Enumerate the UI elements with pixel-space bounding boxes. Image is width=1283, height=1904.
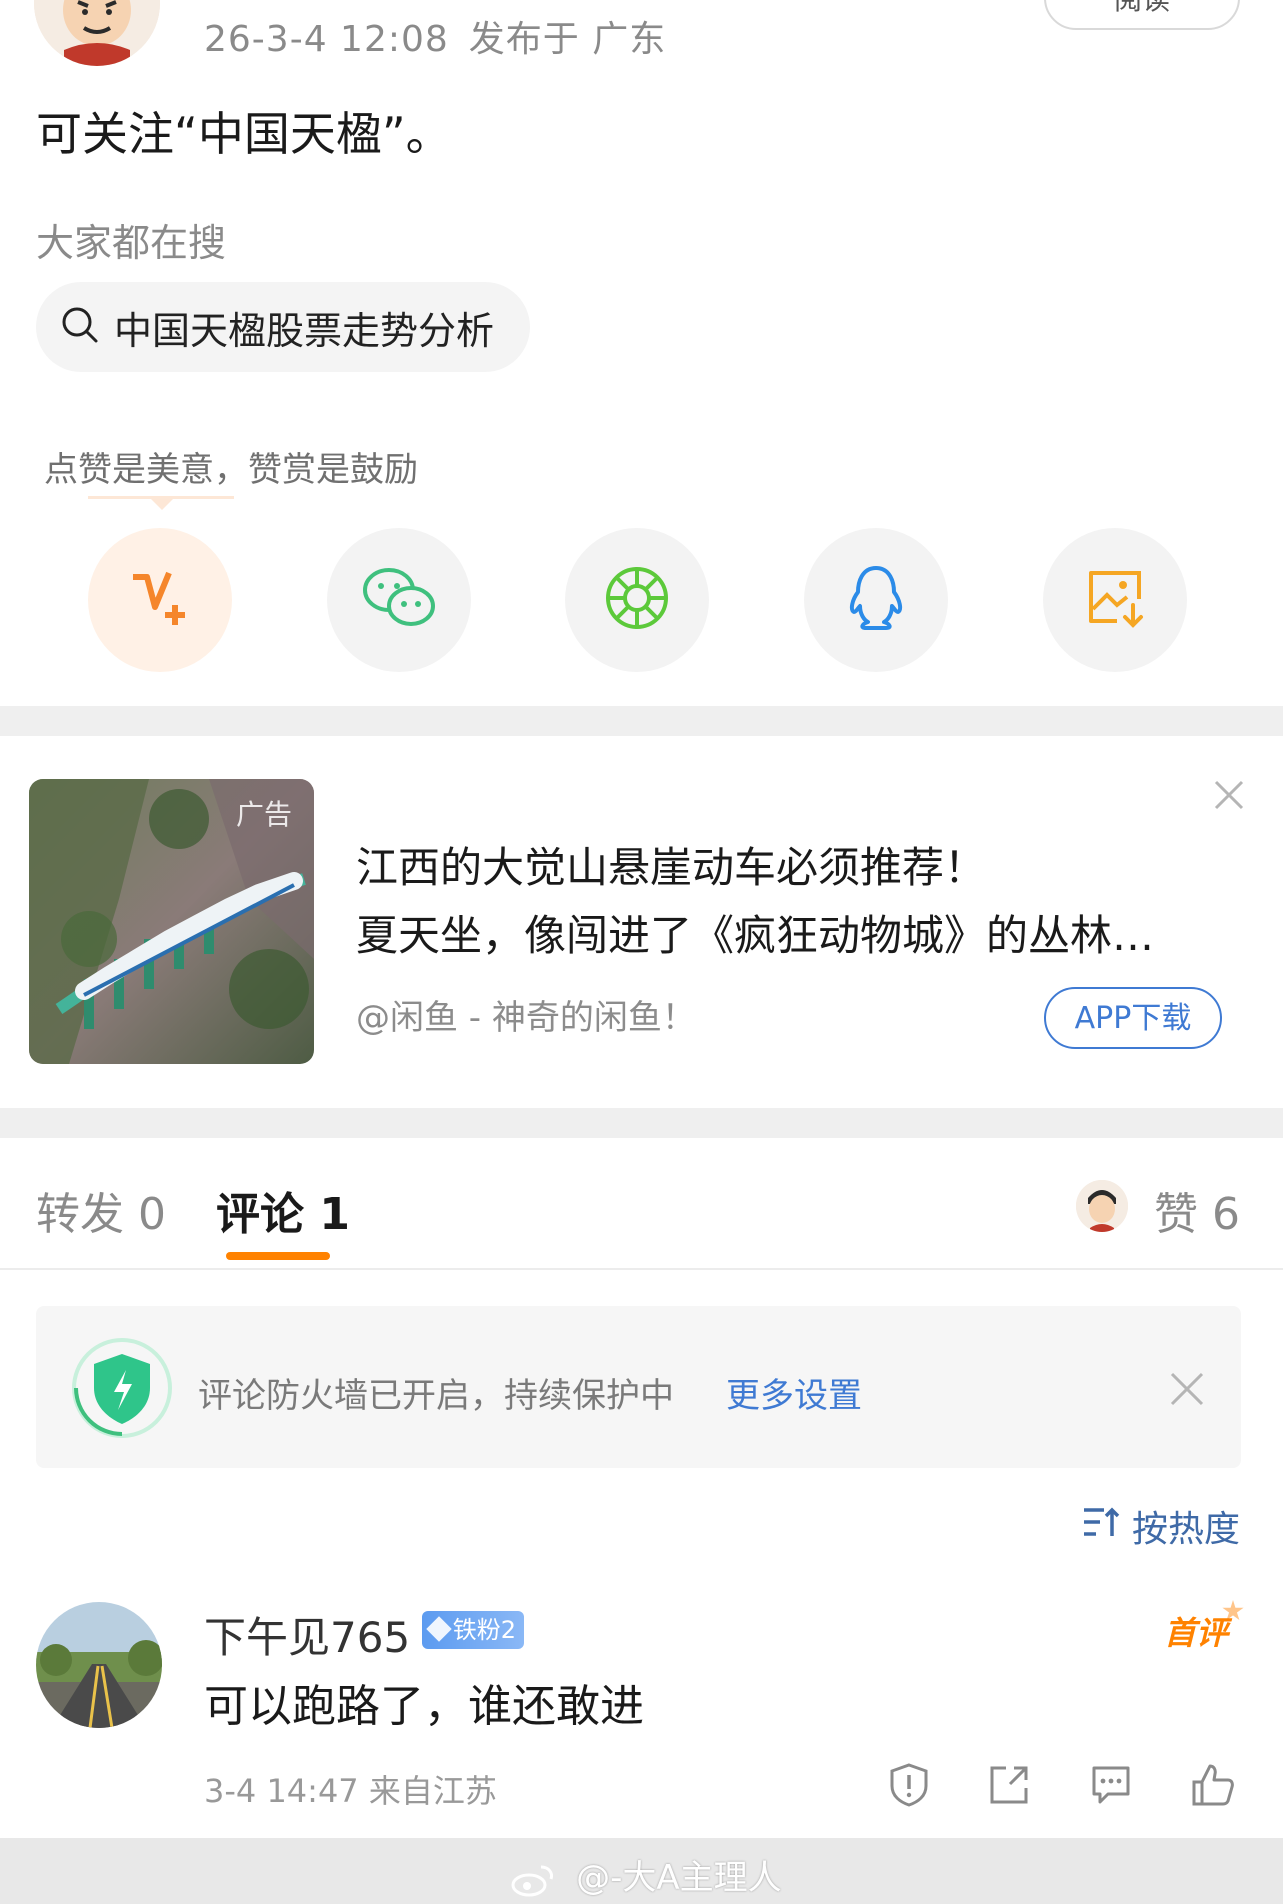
firewall-close-button[interactable] <box>1170 1372 1204 1406</box>
share-comment-button[interactable] <box>986 1762 1032 1808</box>
commenter-avatar[interactable] <box>36 1602 162 1728</box>
v-plus-button[interactable] <box>88 528 232 672</box>
post-location: 发布于 广东 <box>468 19 667 60</box>
tab-divider <box>0 1268 1283 1270</box>
sort-by-hot-button[interactable]: 按热度 <box>1082 1500 1240 1552</box>
ad-tag: 广告 <box>235 798 292 831</box>
section-separator <box>0 706 1283 736</box>
search-suggestion-text: 中国天楹股票走势分析 <box>114 308 495 353</box>
post-text: 可关注“中国天楹”。 <box>36 107 452 161</box>
author-avatar[interactable] <box>34 0 160 66</box>
weibo-icon <box>511 1858 566 1898</box>
report-icon <box>886 1763 932 1812</box>
reply-button[interactable] <box>1088 1762 1134 1808</box>
section-separator <box>0 1108 1283 1138</box>
post-timestamp: 26-3-4 12:08 <box>204 19 449 60</box>
like-user-avatar <box>1076 1180 1128 1232</box>
post-meta: 26-3-4 12:08 发布于 广东 <box>204 10 686 62</box>
comment-text: 可以跑路了，谁还敢进 <box>204 1681 644 1732</box>
ad-download-button[interactable]: APP下载 <box>1044 987 1222 1049</box>
more-settings-link[interactable]: 更多设置 <box>726 1368 862 1417</box>
search-label: 大家都在搜 <box>36 221 227 265</box>
sort-icon <box>1082 1504 1122 1549</box>
search-suggestion-chip[interactable]: 中国天楹股票走势分析 <box>36 282 530 372</box>
save-image-icon <box>1083 565 1147 635</box>
first-comment-label: 首评 <box>1164 1614 1229 1652</box>
shield-icon <box>70 1336 174 1444</box>
wechat-share-button[interactable] <box>327 528 471 672</box>
moments-icon <box>604 565 670 635</box>
fan-badge: 铁粉2 <box>422 1611 524 1649</box>
watermark-text: @-大A主理人 <box>576 1858 782 1898</box>
ad-title-line2: 夏天坐，像闯进了《疯狂动物城》的丛林… <box>356 911 1155 960</box>
active-tab-indicator <box>226 1252 330 1260</box>
reward-caret <box>148 496 176 510</box>
ad-source: @闲鱼 - 神奇的闲鱼！ <box>356 998 696 1038</box>
commenter-name[interactable]: 下午见765 <box>204 1604 410 1665</box>
ad-close-button[interactable] <box>1214 780 1244 810</box>
sort-label: 按热度 <box>1132 1509 1241 1550</box>
ad-title[interactable]: 江西的大觉山悬崖动车必须推荐！ 夏天坐，像闯进了《疯狂动物城》的丛林… <box>356 834 1216 970</box>
read-button[interactable]: 阅读 <box>1044 0 1240 30</box>
like-comment-button[interactable] <box>1190 1762 1236 1808</box>
thumbs-up-icon <box>1190 1764 1236 1812</box>
fan-badge-text: 铁粉2 <box>452 1616 516 1644</box>
wechat-icon <box>361 566 437 634</box>
diamond-icon <box>426 1616 452 1642</box>
reward-hint: 点赞是美意，赞赏是鼓励 <box>44 450 418 490</box>
v-plus-icon <box>125 563 195 637</box>
tab-comment[interactable]: 评论 1 <box>216 1178 350 1242</box>
qq-share-button[interactable] <box>804 528 948 672</box>
tab-like[interactable]: 赞 6 <box>1154 1178 1240 1242</box>
search-icon <box>60 305 100 349</box>
firewall-text: 评论防火墙已开启，持续保护中 <box>198 1376 674 1416</box>
comment-icon <box>1088 1766 1134 1812</box>
close-icon <box>1170 1372 1204 1410</box>
comment-time: 3-4 14:47 来自江苏 <box>204 1772 497 1810</box>
save-image-button[interactable] <box>1043 528 1187 672</box>
moments-share-button[interactable] <box>565 528 709 672</box>
share-icon <box>986 1766 1032 1812</box>
qq-icon <box>846 564 906 636</box>
ad-title-line1: 江西的大觉山悬崖动车必须推荐！ <box>356 843 987 892</box>
ad-image[interactable]: 广告 <box>29 779 314 1064</box>
report-button[interactable] <box>886 1762 932 1808</box>
close-icon <box>1214 780 1244 814</box>
tab-forward[interactable]: 转发 0 <box>36 1178 166 1242</box>
watermark: @-大A主理人 <box>0 1850 1283 1899</box>
